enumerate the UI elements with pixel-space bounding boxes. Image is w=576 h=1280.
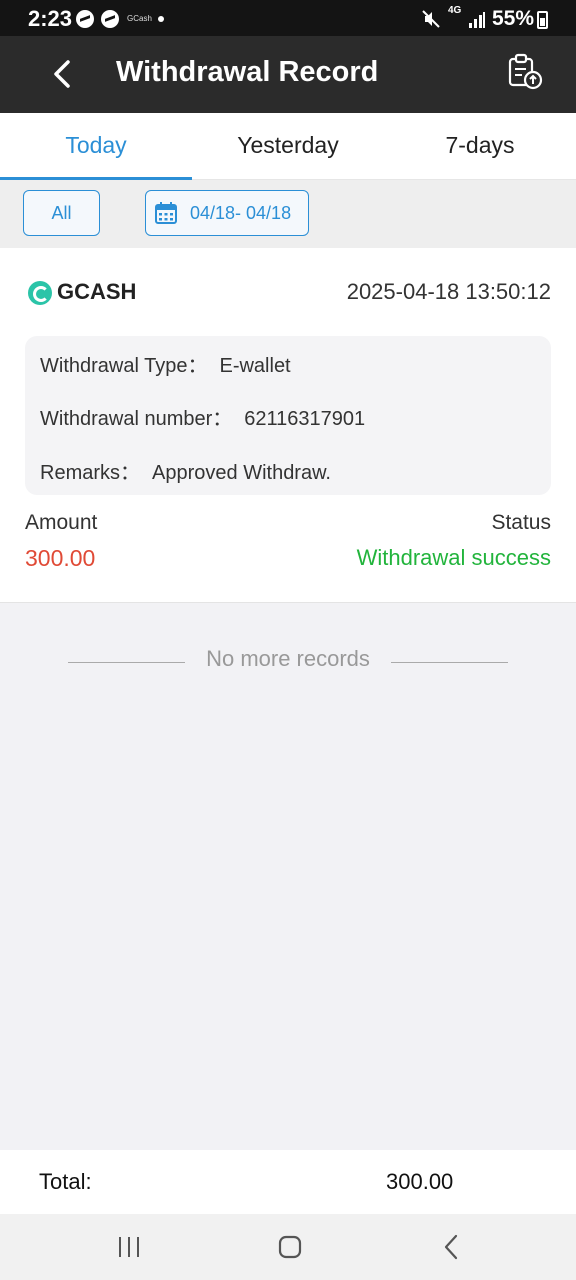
detail-key: Withdrawal number： bbox=[40, 408, 233, 430]
system-nav-bar bbox=[0, 1214, 576, 1280]
back-arrow-icon[interactable] bbox=[46, 57, 80, 91]
status-time: 2:23 bbox=[28, 6, 73, 31]
record-datetime: 2025-04-18 13:50:12 bbox=[346, 279, 551, 304]
gcash-notification-label: GCash bbox=[127, 14, 152, 23]
signal-icon bbox=[469, 12, 485, 28]
date-range-button[interactable]: 04/18- 04/18 bbox=[145, 190, 309, 236]
tab-7-days[interactable]: 7-days bbox=[384, 113, 576, 180]
total-bar: Total: 300.00 bbox=[0, 1150, 576, 1214]
withdrawal-record-card[interactable]: GCASH 2025-04-18 13:50:12 Withdrawal Typ… bbox=[0, 248, 576, 603]
amount-value: 300.00 bbox=[25, 545, 96, 571]
detail-row-number: Withdrawal number： 62116317901 bbox=[40, 402, 365, 431]
gcash-logo-icon bbox=[28, 281, 52, 305]
divider-line bbox=[391, 662, 508, 663]
status-bar: 2:23 GCash 4G 55% bbox=[0, 0, 576, 36]
no-more-records-text: No more records bbox=[206, 646, 370, 671]
filter-bar: All 04/18- 04/18 bbox=[0, 180, 576, 248]
date-range-text: 04/18- 04/18 bbox=[190, 203, 292, 223]
date-tabs: Today Yesterday 7-days bbox=[0, 113, 576, 180]
total-label: Total: bbox=[39, 1169, 92, 1194]
back-icon[interactable] bbox=[437, 1232, 467, 1262]
detail-key: Withdrawal Type： bbox=[40, 355, 208, 377]
amount-label: Amount bbox=[25, 511, 98, 534]
detail-value: Approved Withdraw. bbox=[152, 462, 331, 484]
messenger-icon bbox=[101, 10, 119, 28]
battery-icon bbox=[537, 11, 548, 29]
mute-icon bbox=[422, 10, 440, 28]
detail-row-type: Withdrawal Type： E-wallet bbox=[40, 349, 291, 378]
notification-dot-icon bbox=[158, 16, 164, 22]
total-value: 300.00 bbox=[386, 1169, 454, 1194]
status-label: Status bbox=[491, 511, 551, 534]
no-more-records: No more records bbox=[0, 646, 576, 676]
messenger-icon bbox=[76, 10, 94, 28]
clipboard-upload-icon[interactable] bbox=[506, 53, 544, 91]
detail-key: Remarks： bbox=[40, 462, 141, 484]
calendar-icon bbox=[155, 202, 177, 224]
home-icon[interactable] bbox=[275, 1232, 305, 1262]
all-filter-button[interactable]: All bbox=[23, 190, 100, 236]
detail-row-remarks: Remarks： Approved Withdraw. bbox=[40, 456, 331, 485]
network-type: 4G bbox=[448, 5, 462, 16]
app-header: Withdrawal Record bbox=[0, 36, 576, 113]
payment-method: GCASH bbox=[57, 279, 137, 304]
page-title: Withdrawal Record bbox=[116, 56, 379, 88]
tab-today[interactable]: Today bbox=[0, 113, 192, 180]
divider-line bbox=[68, 662, 185, 663]
detail-value: 62116317901 bbox=[244, 408, 366, 430]
detail-value: E-wallet bbox=[219, 355, 291, 377]
recent-apps-icon[interactable] bbox=[114, 1232, 144, 1262]
status-value: Withdrawal success bbox=[356, 545, 551, 570]
tab-yesterday[interactable]: Yesterday bbox=[192, 113, 384, 180]
battery-percent: 55% bbox=[492, 7, 535, 30]
record-details: Withdrawal Type： E-wallet Withdrawal numb… bbox=[25, 336, 551, 495]
